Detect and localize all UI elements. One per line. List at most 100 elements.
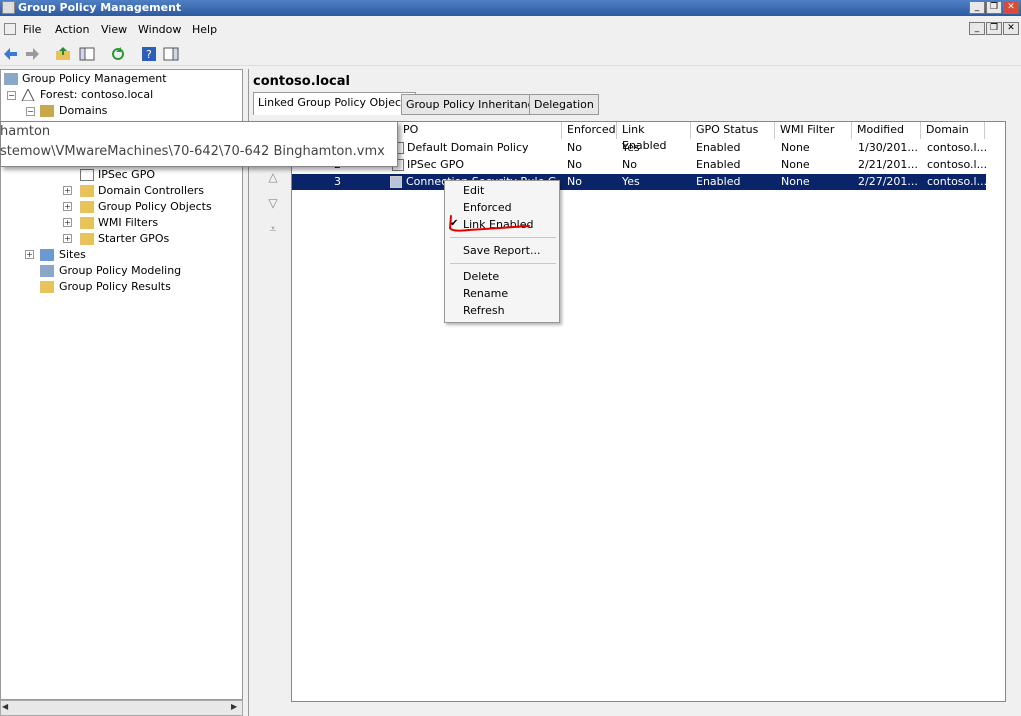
linked-gpo-list[interactable] — [291, 121, 1006, 702]
cell-enforced: No — [567, 175, 582, 188]
svg-text:?: ? — [146, 48, 152, 61]
back-icon[interactable] — [3, 46, 19, 62]
column-gpo-status[interactable]: GPO Status — [691, 122, 775, 139]
column-wmi-filter[interactable]: WMI Filter — [775, 122, 852, 139]
gpo-icon — [390, 176, 402, 188]
tree-forest[interactable]: Forest: contoso.local — [40, 88, 153, 101]
column-gpo[interactable]: PO — [398, 122, 562, 139]
cell-link-enabled: No — [622, 158, 637, 171]
cell-modified: 2/27/201... — [858, 175, 918, 188]
menu-item-refresh[interactable]: Refresh — [463, 304, 505, 317]
menu-view[interactable]: View — [101, 23, 127, 36]
move-link-bottom-icon[interactable]: ⩡ — [265, 222, 281, 236]
cell-wmi: None — [781, 141, 810, 154]
menu-item-save-report[interactable]: Save Report... — [463, 244, 540, 257]
red-underline-annotation — [448, 215, 530, 232]
refresh-icon[interactable] — [110, 46, 126, 62]
gpm-icon — [4, 73, 18, 85]
cell-link-enabled: Yes — [622, 175, 640, 188]
collapse-domains-toggle[interactable]: − — [26, 107, 35, 116]
help-icon[interactable]: ? — [141, 46, 157, 62]
menu-file[interactable]: File — [23, 23, 41, 36]
column-enforced[interactable]: Enforced — [562, 122, 617, 139]
cell-enforced: No — [567, 141, 582, 154]
menu-item-enforced[interactable]: Enforced — [463, 201, 512, 214]
gpo-folder-icon — [80, 201, 94, 213]
child-close-button[interactable]: ✕ — [1003, 22, 1019, 35]
cell-status: Enabled — [696, 175, 741, 188]
expand-dc-toggle[interactable]: + — [63, 186, 72, 195]
tab-delegation[interactable]: Delegation — [529, 94, 599, 115]
child-restore-button[interactable]: ❐ — [986, 22, 1002, 35]
cell-domain: contoso.l... — [927, 175, 988, 188]
minimize-button[interactable]: _ — [969, 1, 985, 14]
page-title: contoso.local — [253, 74, 350, 89]
tooltip-line-2: stemow\VMwareMachines\70-642\70-642 Bing… — [0, 144, 385, 159]
column-modified[interactable]: Modified — [852, 122, 921, 139]
tree-root[interactable]: Group Policy Management — [22, 72, 167, 85]
close-button[interactable]: ✕ — [1003, 1, 1019, 14]
tree-gp-modeling[interactable]: Group Policy Modeling — [59, 264, 181, 277]
show-hide-console-tree-icon[interactable] — [79, 46, 95, 62]
tree-sites[interactable]: Sites — [59, 248, 86, 261]
menu-action[interactable]: Action — [55, 23, 89, 36]
collapse-forest-toggle[interactable]: − — [7, 91, 16, 100]
move-link-up-icon[interactable]: △ — [265, 170, 281, 184]
cell-link-enabled: Yes — [622, 141, 640, 154]
tree-horizontal-scrollbar[interactable] — [0, 700, 243, 716]
column-link-enabled[interactable]: Link Enabled — [617, 122, 691, 152]
expand-wmi-toggle[interactable]: + — [63, 218, 72, 227]
menu-item-rename[interactable]: Rename — [463, 287, 508, 300]
tree-group-policy-objects[interactable]: Group Policy Objects — [98, 200, 212, 213]
ou-folder-icon — [80, 185, 94, 197]
tree-domain-controllers[interactable]: Domain Controllers — [98, 184, 204, 197]
child-minimize-button[interactable]: _ — [969, 22, 985, 35]
mmc-icon[interactable] — [4, 23, 16, 35]
tree-domains[interactable]: Domains — [59, 104, 107, 117]
expand-starter-toggle[interactable]: + — [63, 234, 72, 243]
forest-icon — [21, 89, 35, 101]
cell-domain: contoso.l... — [927, 141, 988, 154]
forward-icon[interactable] — [24, 46, 40, 62]
move-link-down-icon[interactable]: ▽ — [265, 196, 281, 210]
scroll-right-icon[interactable]: ▶ — [231, 702, 237, 711]
up-folder-icon[interactable] — [55, 46, 71, 62]
tree-ipsec-gpo[interactable]: IPSec GPO — [98, 168, 155, 181]
domains-icon — [40, 105, 54, 117]
results-icon — [40, 281, 54, 293]
cell-order: 3 — [334, 175, 341, 188]
tooltip-line-1: hamton — [0, 124, 51, 139]
gpo-link-icon — [80, 169, 94, 181]
menu-help[interactable]: Help — [192, 23, 217, 36]
cell-gpo: IPSec GPO — [407, 158, 464, 171]
tree-wmi-filters[interactable]: WMI Filters — [98, 216, 158, 229]
restore-button[interactable]: ❐ — [986, 1, 1002, 14]
window-title: Group Policy Management — [18, 1, 182, 14]
wmi-folder-icon — [80, 217, 94, 229]
tree-gp-results[interactable]: Group Policy Results — [59, 280, 171, 293]
starter-folder-icon — [80, 233, 94, 245]
menu-separator — [450, 263, 556, 264]
cell-status: Enabled — [696, 158, 741, 171]
cell-enforced: No — [567, 158, 582, 171]
tree-starter-gpos[interactable]: Starter GPOs — [98, 232, 169, 245]
expand-gpo-toggle[interactable]: + — [63, 202, 72, 211]
menu-separator — [450, 237, 556, 238]
expand-sites-toggle[interactable]: + — [25, 250, 34, 259]
cell-wmi: None — [781, 158, 810, 171]
show-action-pane-icon[interactable] — [163, 46, 179, 62]
modeling-icon — [40, 265, 54, 277]
scroll-left-icon[interactable]: ◀ — [2, 702, 8, 711]
tab-linked-gpos[interactable]: Linked Group Policy Objects — [253, 92, 417, 115]
tab-gp-inheritance[interactable]: Group Policy Inheritance — [401, 94, 546, 115]
app-icon — [2, 1, 15, 14]
cell-modified: 2/21/201... — [858, 158, 918, 171]
sites-icon — [40, 249, 54, 261]
menu-item-edit[interactable]: Edit — [463, 184, 484, 197]
menu-window[interactable]: Window — [138, 23, 181, 36]
cell-modified: 1/30/201... — [858, 141, 918, 154]
column-domain[interactable]: Domain — [921, 122, 985, 139]
cell-gpo: Default Domain Policy — [407, 141, 529, 154]
cell-wmi: None — [781, 175, 810, 188]
menu-item-delete[interactable]: Delete — [463, 270, 499, 283]
